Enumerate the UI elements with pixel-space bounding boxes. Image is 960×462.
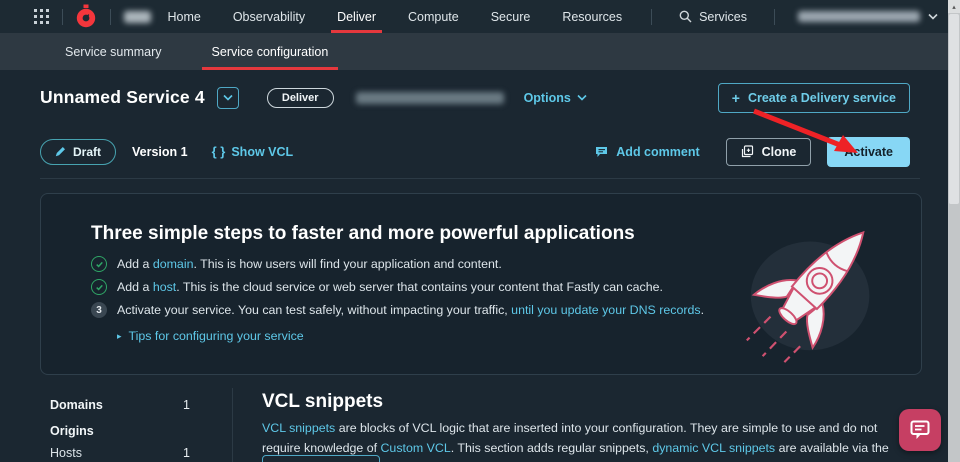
pencil-icon (55, 147, 65, 157)
search-icon (679, 10, 692, 23)
create-delivery-service-label: Create a Delivery service (747, 90, 896, 105)
page-scrollbar[interactable]: ▴ (948, 0, 960, 462)
divider (651, 8, 653, 25)
plus-icon: + (731, 89, 740, 106)
sidebar-count: 1 (183, 398, 190, 412)
sidebar-vertical-divider (232, 388, 233, 462)
add-comment-button[interactable]: Add comment (595, 144, 700, 159)
redacted-account-name (123, 10, 152, 23)
service-title: Unnamed Service 4 (40, 87, 205, 107)
vcl-snippets-heading: VCL snippets (262, 391, 384, 412)
check-circle-icon (91, 279, 107, 295)
nav-item-observability[interactable]: Observability (217, 0, 321, 33)
create-snippet-button-partial[interactable] (262, 455, 380, 462)
fastly-service-configuration-page: Home Observability Deliver Compute Secur… (0, 0, 960, 462)
nav-item-compute[interactable]: Compute (392, 0, 475, 33)
account-menu[interactable] (788, 0, 948, 33)
add-comment-label: Add comment (616, 144, 700, 159)
draft-label: Draft (73, 144, 102, 159)
scrollbar-thumb[interactable] (949, 14, 959, 204)
chat-bubble-icon (910, 420, 930, 439)
nav-item-secure[interactable]: Secure (475, 0, 547, 33)
sidebar-label: Hosts (50, 446, 82, 460)
service-tab-bar: Service summary Service configuration (0, 33, 948, 70)
comment-icon (596, 146, 608, 157)
custom-vcl-link[interactable]: Custom VCL (380, 441, 450, 455)
version-actions: Add comment Clone Activate (595, 136, 910, 167)
check-circle-icon (91, 256, 107, 272)
step-number-badge: 3 (91, 302, 107, 318)
redacted-user-email (798, 11, 921, 22)
app-launcher-grid-icon[interactable] (34, 9, 49, 24)
sidebar-item-hosts[interactable]: Hosts 1 (50, 446, 190, 460)
service-switcher-button[interactable] (216, 86, 239, 109)
step-text: Add a domain. This is how users will fin… (117, 257, 502, 271)
service-type-badge: Deliver (266, 87, 334, 108)
section-divider (40, 178, 920, 179)
services-label: Services (699, 9, 748, 24)
nav-links: Home Observability Deliver Compute Secur… (151, 0, 948, 33)
show-vcl-link[interactable]: { } Show VCL (212, 144, 294, 159)
clone-icon (741, 145, 753, 158)
step-text: Activate your service. You can test safe… (117, 303, 705, 317)
create-delivery-service-button[interactable]: + Create a Delivery service (717, 82, 910, 113)
chevron-down-icon (223, 94, 233, 101)
step-add-host: Add a host. This is the cloud service or… (91, 279, 704, 295)
chevron-down-icon (577, 94, 587, 101)
vcl-snippets-link[interactable]: VCL snippets (262, 421, 335, 435)
host-link[interactable]: host (153, 280, 176, 294)
nav-item-home[interactable]: Home (151, 0, 216, 33)
chat-widget-button[interactable] (899, 409, 941, 451)
redacted-service-id (355, 91, 504, 104)
divider (774, 8, 776, 25)
sidebar-count: 1 (183, 446, 190, 460)
version-label: Version 1 (132, 144, 188, 159)
clone-label: Clone (761, 144, 797, 159)
chevron-down-icon (928, 13, 938, 20)
step-activate-service: 3 Activate your service. You can test sa… (91, 302, 704, 318)
version-bar: Draft Version 1 { } Show VCL Add comment (0, 125, 948, 178)
fastly-logo-icon[interactable] (75, 4, 97, 29)
onboarding-title: Three simple steps to faster and more po… (91, 223, 635, 244)
rocket-illustration (731, 202, 899, 370)
scrollbar-up-button[interactable]: ▴ (948, 0, 960, 13)
options-menu-button[interactable]: Options (524, 91, 587, 105)
nav-item-deliver[interactable]: Deliver (321, 0, 392, 33)
service-header: Unnamed Service 4 Deliver Options + Crea… (0, 70, 948, 125)
dns-records-link[interactable]: until you update your DNS records (511, 303, 700, 317)
tips-label: Tips for configuring your service (128, 329, 304, 343)
tab-service-configuration[interactable]: Service configuration (201, 33, 339, 70)
clone-button[interactable]: Clone (725, 137, 812, 166)
triangle-right-icon: ▸ (117, 330, 122, 341)
step-text: Add a host. This is the cloud service or… (117, 280, 663, 294)
options-label: Options (523, 90, 571, 105)
onboarding-card: Three simple steps to faster and more po… (40, 193, 922, 375)
draft-status-badge: Draft (40, 138, 117, 165)
activate-button[interactable]: Activate (827, 136, 910, 167)
top-nav: Home Observability Deliver Compute Secur… (0, 0, 948, 33)
sidebar-label: Domains (50, 398, 103, 412)
sidebar-label: Origins (50, 424, 94, 438)
sidebar-item-domains[interactable]: Domains 1 (50, 398, 190, 412)
show-vcl-label: Show VCL (231, 144, 294, 159)
sidebar-item-origins[interactable]: Origins (50, 424, 190, 438)
step-add-domain: Add a domain. This is how users will fin… (91, 256, 704, 272)
domain-link[interactable]: domain (153, 257, 194, 271)
services-search[interactable]: Services (665, 0, 761, 33)
dynamic-vcl-snippets-link[interactable]: dynamic VCL snippets (652, 441, 775, 455)
tab-service-summary[interactable]: Service summary (55, 33, 172, 70)
onboarding-steps: Add a domain. This is how users will fin… (91, 256, 704, 343)
nav-item-resources[interactable]: Resources (546, 0, 638, 33)
tips-disclosure-link[interactable]: ▸ Tips for configuring your service (117, 329, 704, 343)
braces-icon: { } (211, 144, 226, 159)
